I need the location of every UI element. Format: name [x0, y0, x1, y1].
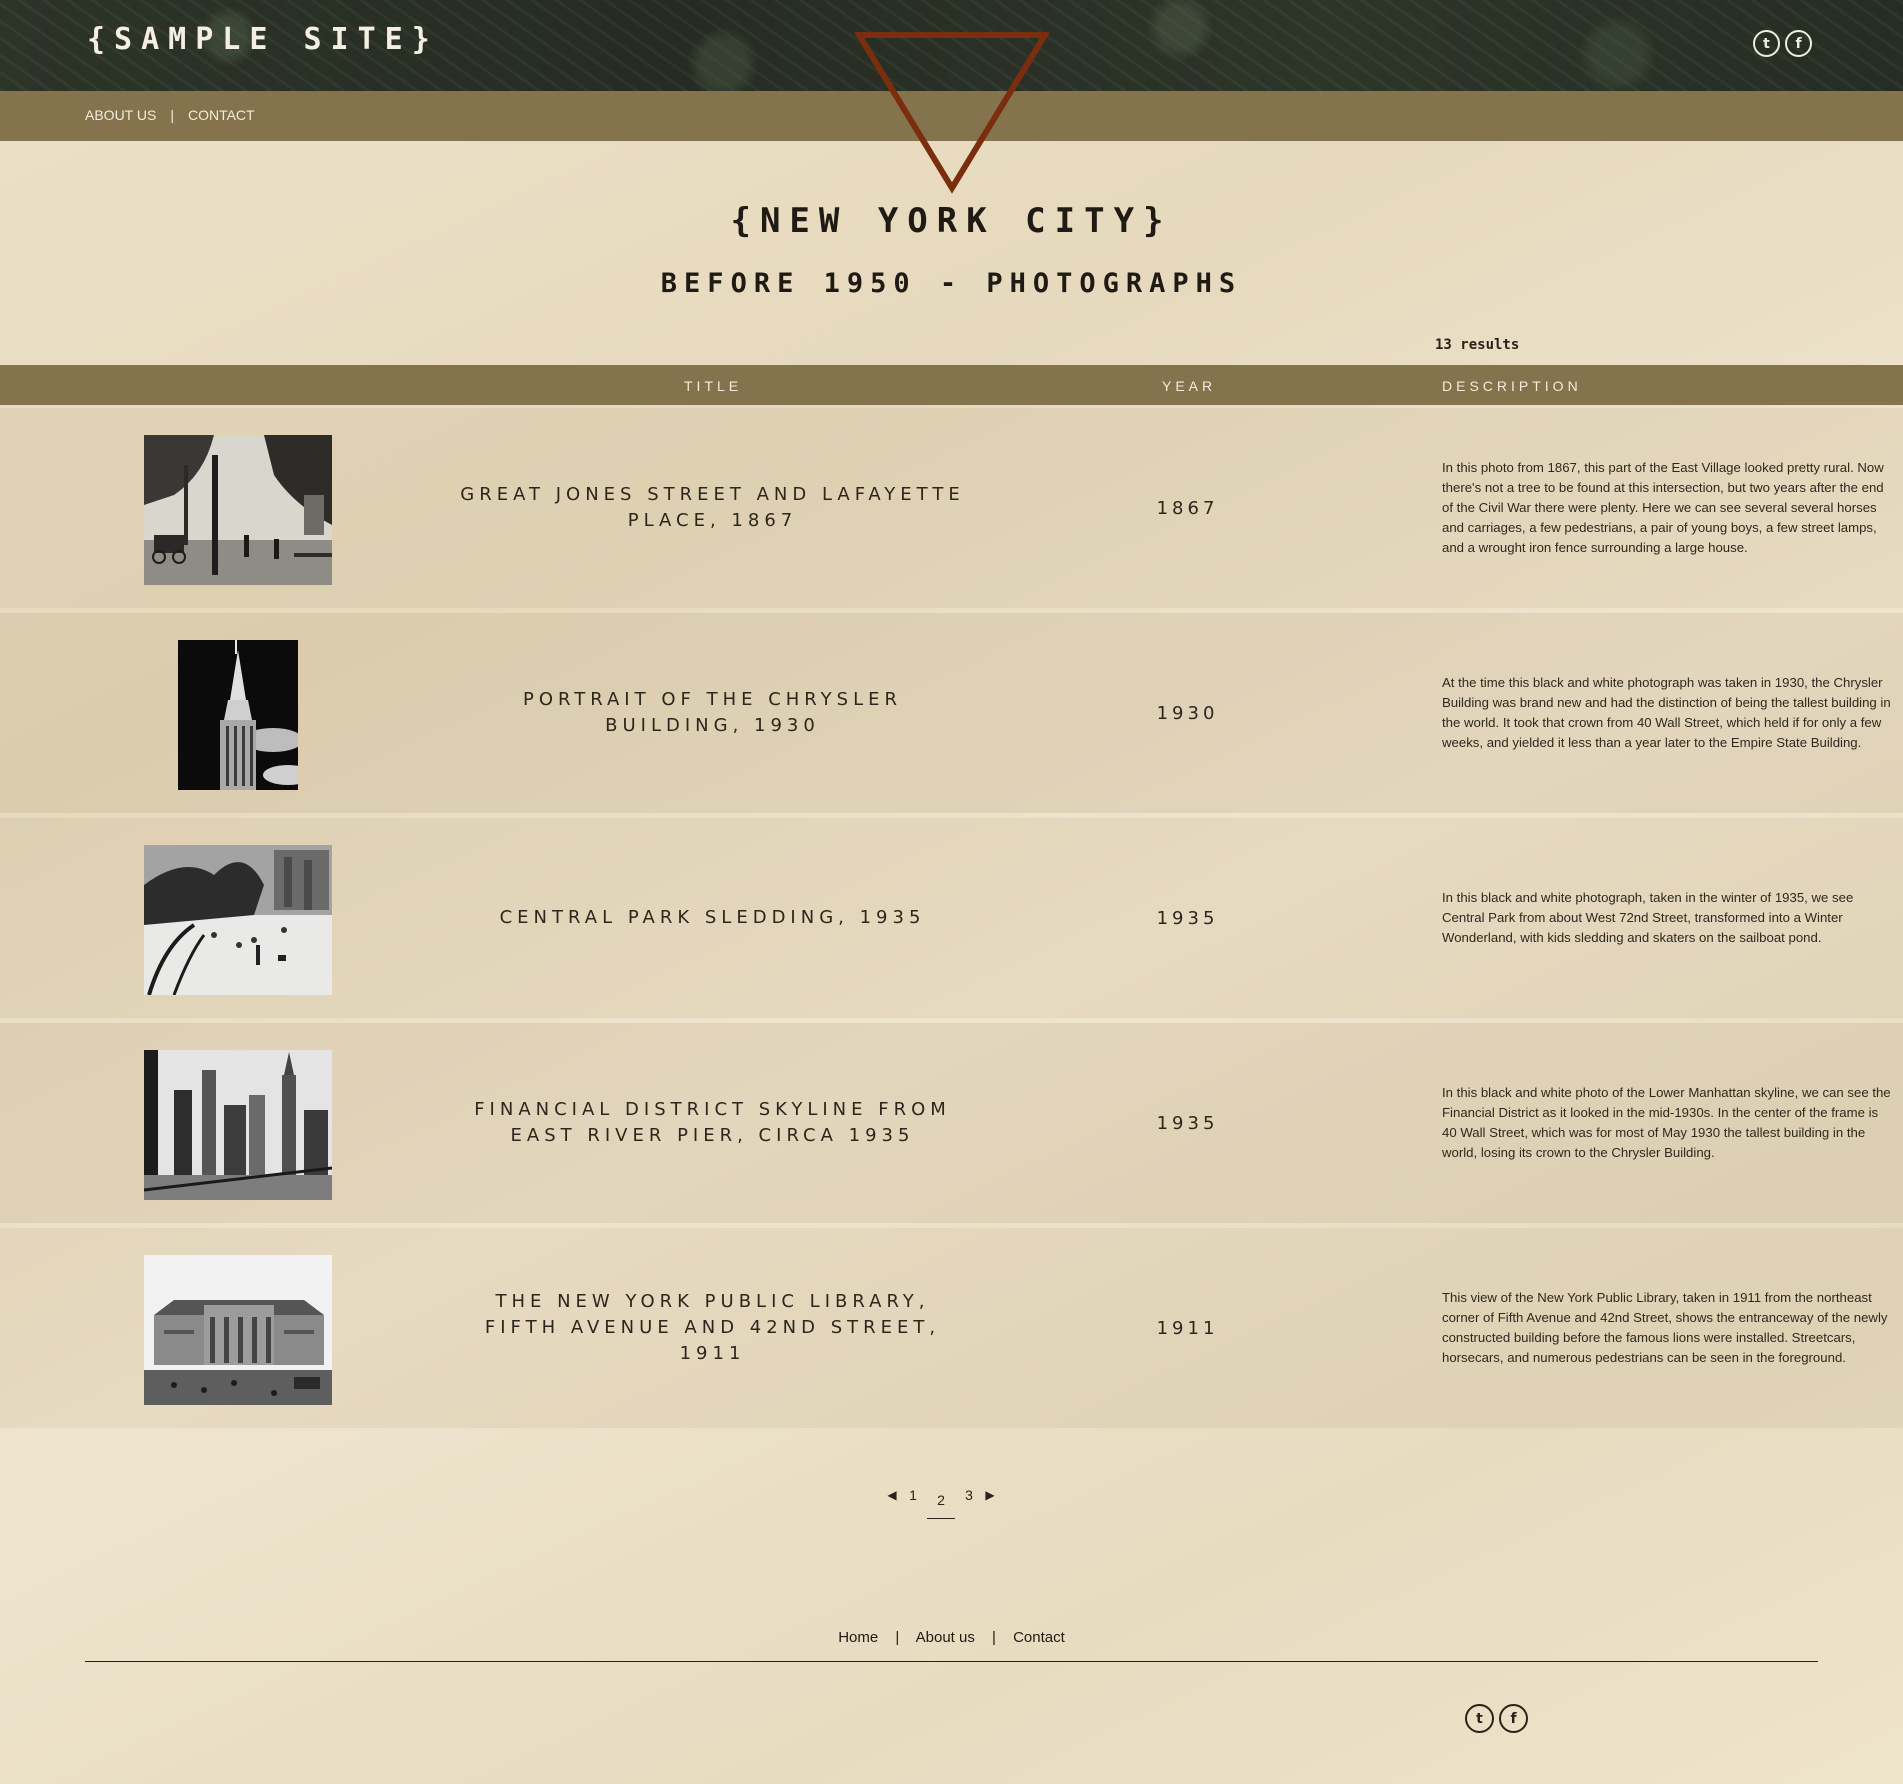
nav-about-us[interactable]: ABOUT US — [85, 107, 156, 123]
photo-thumbnail-financial-district[interactable] — [144, 1050, 332, 1200]
row-title[interactable]: THE NEW YORK PUBLIC LIBRARY, FIFTH AVENU… — [460, 1228, 965, 1428]
footer-contact-link[interactable]: Contact — [1013, 1629, 1065, 1646]
row-description: In this black and white photograph, take… — [1442, 890, 1854, 945]
page-subtitle: BEFORE 1950 - PHOTOGRAPHS — [660, 268, 1243, 299]
column-header-description: DESCRIPTION — [1442, 378, 1582, 394]
caret-right-icon[interactable]: ▶ — [983, 1488, 997, 1502]
photo-thumbnail-great-jones-street[interactable] — [144, 435, 332, 585]
table-row[interactable]: THE NEW YORK PUBLIC LIBRARY, FIFTH AVENU… — [0, 1228, 1903, 1428]
footer-social-links: t f — [1465, 1704, 1528, 1733]
photo-thumbnail-chrysler-building[interactable] — [178, 640, 298, 790]
page-3-link[interactable]: 3 — [955, 1487, 983, 1503]
row-year: 1935 — [1156, 907, 1219, 929]
photo-thumbnail-new-york-public-library[interactable] — [144, 1255, 332, 1405]
row-description: In this black and white photo of the Low… — [1442, 1085, 1891, 1160]
table-row[interactable]: CENTRAL PARK SLEDDING, 1935 1935 In this… — [0, 818, 1903, 1018]
header-social-links: t f — [1753, 30, 1812, 57]
row-title[interactable]: FINANCIAL DISTRICT SKYLINE FROM EAST RIV… — [460, 1023, 965, 1223]
page-1-link[interactable]: 1 — [899, 1487, 927, 1503]
row-title[interactable]: GREAT JONES STREET AND LAFAYETTE PLACE, … — [460, 408, 965, 608]
twitter-icon[interactable]: t — [1465, 1704, 1494, 1733]
table-row[interactable]: PORTRAIT OF THE CHRYSLER BUILDING, 1930 … — [0, 613, 1903, 813]
page-2-link[interactable]: 2 — [927, 1492, 955, 1519]
page-title: {NEW YORK CITY} — [730, 201, 1173, 241]
footer-home-link[interactable]: Home — [838, 1629, 878, 1646]
pagination: ◀ 1 2 3 ▶ — [885, 1470, 997, 1519]
facebook-icon[interactable]: f — [1499, 1704, 1528, 1733]
row-description: At the time this black and white photogr… — [1442, 675, 1891, 750]
photo-table: GREAT JONES STREET AND LAFAYETTE PLACE, … — [0, 408, 1903, 1433]
column-header-year[interactable]: YEAR — [1162, 378, 1216, 394]
row-year: 1911 — [1156, 1317, 1219, 1339]
row-year: 1867 — [1156, 497, 1219, 519]
top-nav: ABOUT US | CONTACT — [85, 107, 255, 123]
column-header-title[interactable]: TITLE — [684, 378, 742, 394]
row-title[interactable]: CENTRAL PARK SLEDDING, 1935 — [460, 818, 965, 1018]
footer-about-link[interactable]: About us — [916, 1629, 975, 1646]
photo-thumbnail-central-park-sledding[interactable] — [144, 845, 332, 995]
footer-separator: | — [992, 1629, 996, 1646]
results-count: 13 results — [1435, 337, 1520, 353]
row-title[interactable]: PORTRAIT OF THE CHRYSLER BUILDING, 1930 — [460, 613, 965, 813]
row-year: 1930 — [1156, 702, 1219, 724]
table-row[interactable]: GREAT JONES STREET AND LAFAYETTE PLACE, … — [0, 408, 1903, 608]
footer-divider — [85, 1661, 1818, 1662]
facebook-icon[interactable]: f — [1785, 30, 1812, 57]
row-year: 1935 — [1156, 1112, 1219, 1134]
triangle-emblem — [855, 32, 1049, 194]
caret-left-icon[interactable]: ◀ — [885, 1488, 899, 1502]
footer-nav: Home | About us | Contact — [0, 1629, 1903, 1646]
footer-separator: | — [895, 1629, 900, 1646]
table-header: TITLE YEAR DESCRIPTION — [0, 365, 1903, 405]
nav-separator: | — [170, 107, 174, 123]
nav-contact[interactable]: CONTACT — [188, 107, 255, 123]
twitter-icon[interactable]: t — [1753, 30, 1780, 57]
row-description: In this photo from 1867, this part of th… — [1442, 460, 1884, 555]
table-row[interactable]: FINANCIAL DISTRICT SKYLINE FROM EAST RIV… — [0, 1023, 1903, 1223]
row-description: This view of the New York Public Library… — [1442, 1290, 1888, 1365]
site-logo[interactable]: {SAMPLE SITE} — [87, 22, 439, 57]
